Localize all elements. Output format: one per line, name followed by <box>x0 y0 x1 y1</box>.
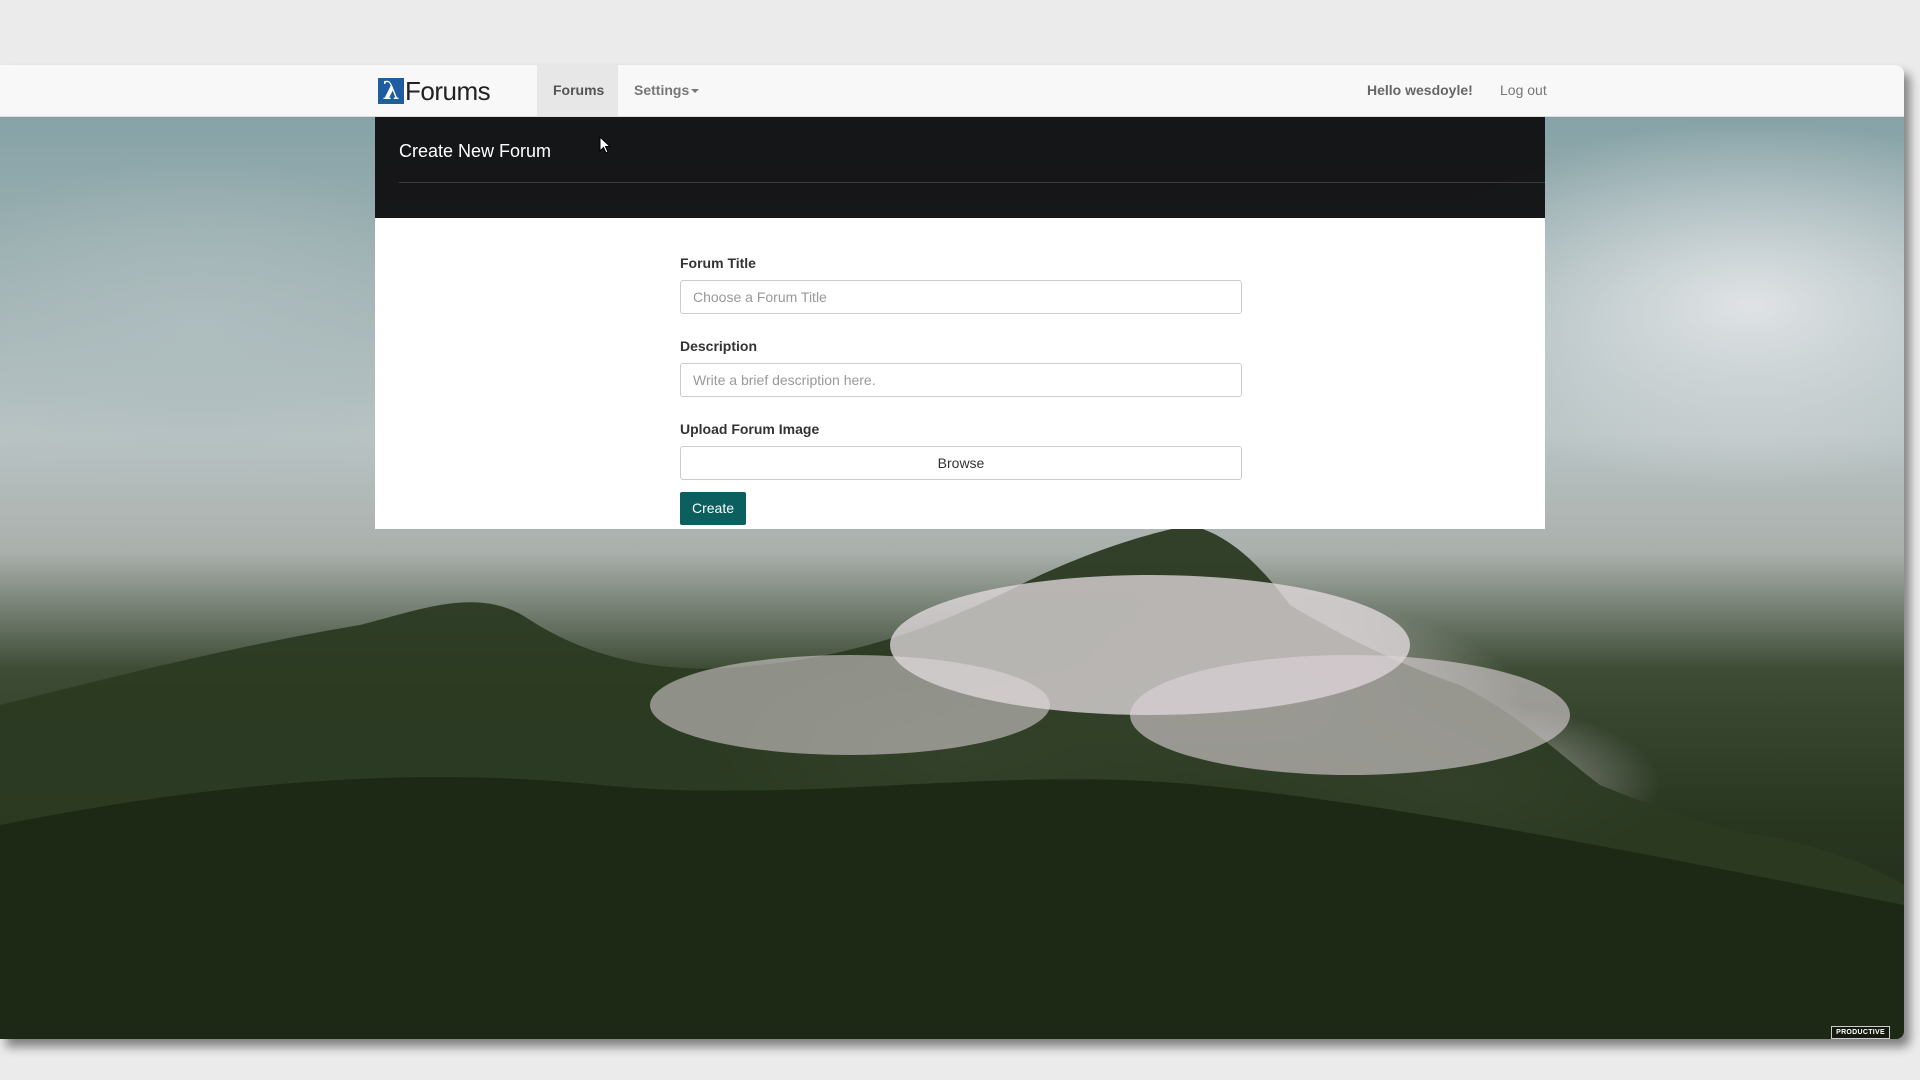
create-forum-form: Forum Title Choose a Forum Title Descrip… <box>680 255 1242 525</box>
user-greeting-link[interactable]: Hello wesdoyle! <box>1351 65 1489 116</box>
browse-file-button[interactable]: Browse <box>680 446 1242 480</box>
create-button[interactable]: Create <box>680 492 747 525</box>
nav-forums-link[interactable]: Forums <box>537 65 618 116</box>
header-divider <box>399 182 1545 183</box>
nav-settings-dropdown[interactable]: Settings <box>618 65 715 116</box>
mouse-pointer-icon <box>599 136 611 154</box>
caret-down-icon <box>691 89 700 94</box>
logout-link[interactable]: Log out <box>1484 65 1563 116</box>
brand-text: Forums <box>405 75 491 106</box>
watermark-badge: PRODUCTIVE <box>1831 1026 1890 1039</box>
top-navbar: λ Forums Forums Settings Hello wesdoyle!… <box>0 65 1904 117</box>
description-input[interactable]: Write a brief description here. <box>680 363 1242 397</box>
forum-title-input[interactable]: Choose a Forum Title <box>680 280 1242 314</box>
browser-window: λ Forums Forums Settings Hello wesdoyle!… <box>0 65 1904 1039</box>
upload-image-label: Upload Forum Image <box>680 421 820 437</box>
brand-logo-icon: λ <box>378 78 404 104</box>
create-forum-panel: Forum Title Choose a Forum Title Descrip… <box>375 218 1545 529</box>
panel-header: Create New Forum <box>375 117 1545 218</box>
page-title: Create New Forum <box>399 141 552 161</box>
forum-title-label: Forum Title <box>680 255 756 271</box>
nav-settings-label: Settings <box>634 82 690 98</box>
description-label: Description <box>680 338 758 354</box>
brand-link[interactable]: λ Forums <box>378 75 491 106</box>
